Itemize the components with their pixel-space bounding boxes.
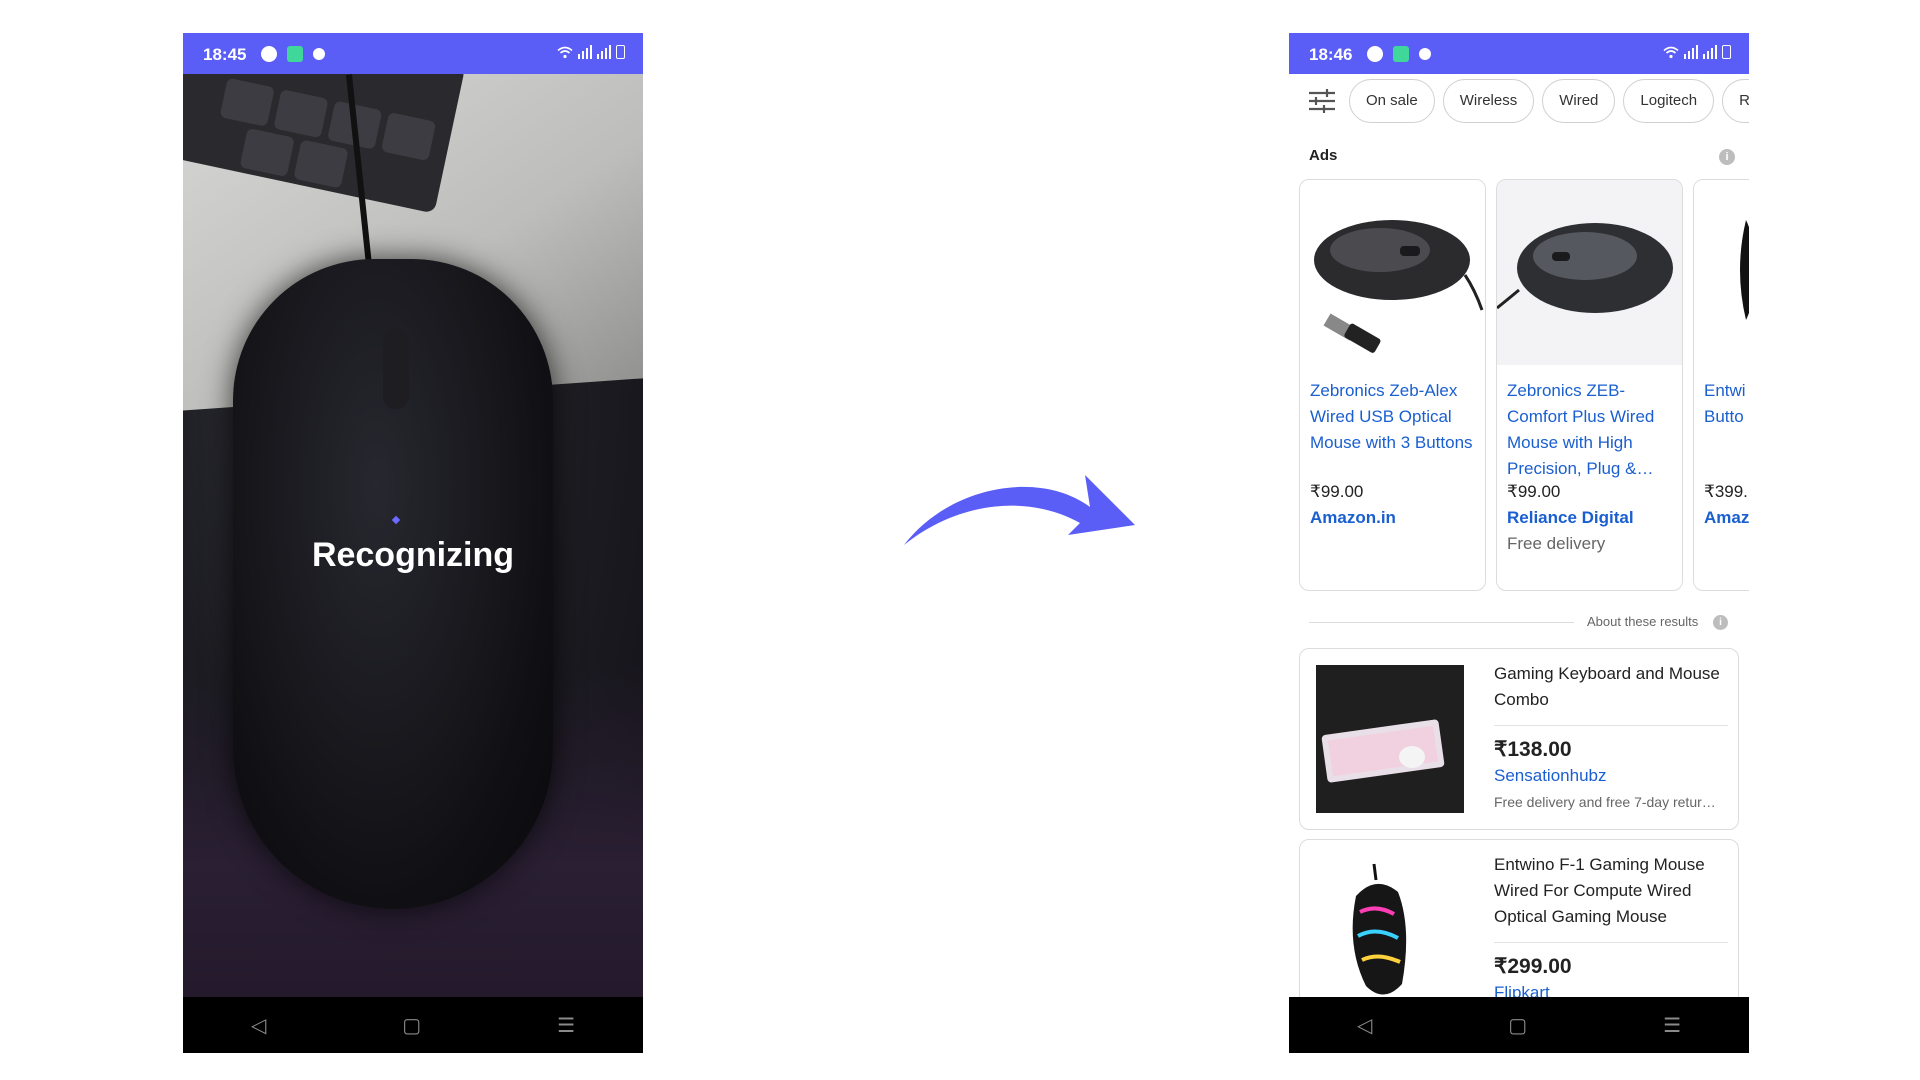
status-bar: 18:45 [183,33,643,74]
results-phone-screen: 18:46 On sale Wireless Wired Logitech Ra… [1289,33,1749,1053]
app-icon [261,46,277,62]
result-title[interactable]: Gaming Keyboard and Mouse Combo [1494,661,1734,713]
divider [1494,942,1728,943]
result-seller[interactable]: Sensationhubz [1494,766,1606,786]
product-image [1316,856,1464,1004]
divider [1309,622,1574,623]
status-indicators [557,45,625,59]
recognizing-label: Recognizing [311,536,515,574]
result-card[interactable]: Entwino F-1 Gaming Mouse Wired For Compu… [1299,839,1739,1021]
chip-logitech[interactable]: Logitech [1623,79,1715,123]
arrow-icon [904,475,1135,545]
app-icon [1367,46,1383,62]
wifi-icon [557,46,573,59]
app-icon [1419,48,1431,60]
ad-card[interactable]: Zebronics Zeb-Alex Wired USB Optical Mou… [1299,179,1486,591]
navigation-bar: ◁ ▢ ☰ [1289,997,1749,1053]
battery-icon [616,45,625,59]
ad-price: ₹399. [1704,482,1748,501]
home-icon[interactable]: ▢ [1508,1013,1527,1038]
ad-delivery: Free delivery [1507,534,1606,553]
camera-phone-screen: Recognizing 18:45 ◁ ▢ ☰ [183,33,643,1053]
result-note: Free delivery and free 7-day retur… [1494,794,1716,810]
ad-card[interactable]: Entwi Gami RGB L Butto ₹399. Amaz [1693,179,1749,591]
menu-icon[interactable]: ☰ [557,1013,575,1038]
ad-seller[interactable]: Amaz [1704,508,1749,528]
ad-price: ₹99.00 [1507,482,1561,501]
chip-wired[interactable]: Wired [1542,79,1616,123]
status-bar: 18:46 [1289,33,1749,74]
ad-seller[interactable]: Reliance Digital [1507,508,1634,528]
signal-icon [1703,45,1717,59]
ad-title[interactable]: Zebronics Zeb-Alex Wired USB Optical Mou… [1310,378,1475,456]
status-time: 18:46 [1309,45,1353,64]
menu-icon[interactable]: ☰ [1663,1013,1681,1038]
status-time: 18:45 [203,45,247,64]
info-icon[interactable]: i [1713,615,1728,630]
mouse-subject [233,259,553,909]
ad-price: ₹99.00 [1310,482,1364,501]
result-card[interactable]: Gaming Keyboard and Mouse Combo ₹138.00 … [1299,648,1739,830]
filter-icon[interactable] [1307,88,1337,114]
ad-card[interactable]: Zebronics ZEB-Comfort Plus Wired Mouse w… [1496,179,1683,591]
battery-icon [1722,45,1731,59]
product-image [1694,180,1749,365]
home-icon[interactable]: ▢ [402,1013,421,1038]
status-app-icons [261,46,325,62]
app-icon [313,48,325,60]
chip-on-sale[interactable]: On sale [1349,79,1435,123]
status-app-icons [1367,46,1431,62]
back-icon[interactable]: ◁ [1357,1013,1372,1038]
chip-partial[interactable]: Ra [1722,79,1749,123]
ad-title[interactable]: Entwi Gami RGB L Butto [1704,378,1749,430]
result-price: ₹138.00 [1494,738,1572,761]
info-icon[interactable]: i [1719,149,1735,165]
signal-icon [1684,45,1698,59]
filter-chips-row: On sale Wireless Wired Logitech Ra [1289,74,1749,128]
app-icon [287,46,303,62]
result-price: ₹299.00 [1494,955,1572,978]
signal-icon [578,45,592,59]
ad-seller[interactable]: Amazon.in [1310,508,1396,528]
back-icon[interactable]: ◁ [251,1013,266,1038]
product-image [1497,180,1682,365]
app-icon [1393,46,1409,62]
signal-icon [597,45,611,59]
navigation-bar: ◁ ▢ ☰ [183,997,643,1053]
divider [1494,725,1728,726]
product-image [1316,665,1464,813]
about-these-results[interactable]: About these results [1587,614,1698,629]
ads-label: Ads [1309,147,1338,164]
result-title[interactable]: Entwino F-1 Gaming Mouse Wired For Compu… [1494,852,1734,930]
chip-wireless[interactable]: Wireless [1442,79,1535,123]
ad-title[interactable]: Zebronics ZEB-Comfort Plus Wired Mouse w… [1507,378,1672,482]
status-indicators [1663,45,1731,59]
product-image [1300,180,1485,365]
wifi-icon [1663,46,1679,59]
scroll-wheel [383,329,409,409]
